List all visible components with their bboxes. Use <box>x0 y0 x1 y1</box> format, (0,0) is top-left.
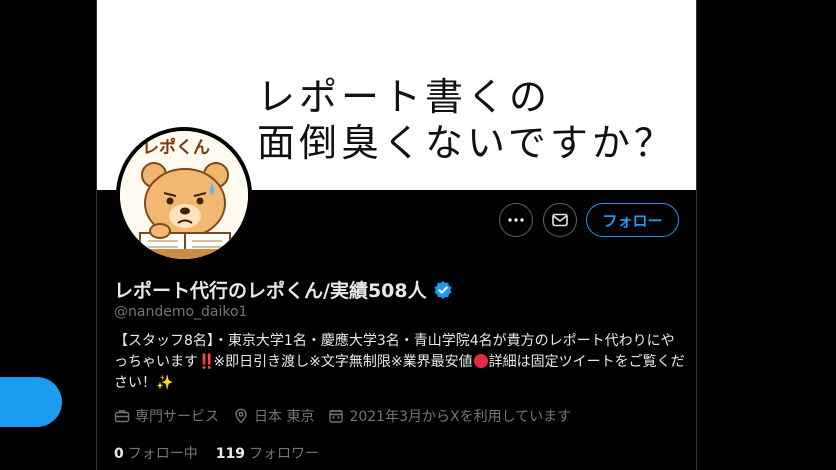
left-nav-rail <box>0 0 97 470</box>
red-circle-icon <box>473 354 488 368</box>
profile-bio: 【スタッフ8名】・東京大学1名・慶應大学3名・青山学院4名が貴方のレポート代わり… <box>114 331 686 394</box>
envelope-icon <box>552 213 568 227</box>
follow-button[interactable]: フォロー <box>586 203 679 237</box>
location-pin-icon <box>235 408 247 424</box>
category-label: 専門サービス <box>135 409 219 425</box>
double-exclamation-icon: ‼️ <box>198 354 215 370</box>
more-horizontal-icon <box>508 218 524 222</box>
display-name-row: レポート代行のレポくん/実績508人 <box>114 276 453 303</box>
join-date-label: 2021年3月からXを利用しています <box>349 409 572 425</box>
avatar[interactable]: レポくん <box>116 127 252 263</box>
message-button[interactable] <box>543 203 577 237</box>
following-label: フォロー中 <box>127 446 198 462</box>
briefcase-icon <box>114 410 130 423</box>
calendar-icon <box>329 409 344 423</box>
follow-counts: 0 フォロー中 119 フォロワー <box>114 443 337 463</box>
location-label: 日本 東京 <box>254 409 315 425</box>
right-sidebar <box>696 0 836 470</box>
display-name: レポート代行のレポくん/実績508人 <box>114 280 427 302</box>
sparkles-icon: ✨ <box>156 375 174 391</box>
verified-badge-icon[interactable] <box>433 280 453 300</box>
bio-text-2: ※即日引き渡し※文字無制限※業界最安値 <box>213 354 473 370</box>
location-item: 日本 東京 <box>233 406 314 426</box>
followers-count: 119 <box>215 446 245 462</box>
more-options-button[interactable] <box>499 203 533 237</box>
following-count: 0 <box>114 446 124 462</box>
profile-meta: 専門サービス 日本 東京 2021年3月からXを利用しています <box>114 406 585 426</box>
following-link[interactable]: 0 フォロー中 <box>114 443 198 463</box>
post-button[interactable] <box>0 377 62 427</box>
followers-link[interactable]: 119 フォロワー <box>216 443 319 463</box>
banner-text-line2: 面倒臭くないですか？ <box>257 121 676 165</box>
category-item: 専門サービス <box>114 406 219 426</box>
avatar-label: レポくん <box>142 137 210 158</box>
join-date-item: 2021年3月からXを利用しています <box>328 406 571 426</box>
followers-label: フォロワー <box>248 446 319 462</box>
bear-mascot-image: レポくん <box>120 131 248 259</box>
profile-column: レポート書くの 面倒臭くないですか？ レポくん フォロー レポート代行のレポくん… <box>97 0 696 470</box>
user-handle: @nandemo_daiko1 <box>114 304 248 320</box>
